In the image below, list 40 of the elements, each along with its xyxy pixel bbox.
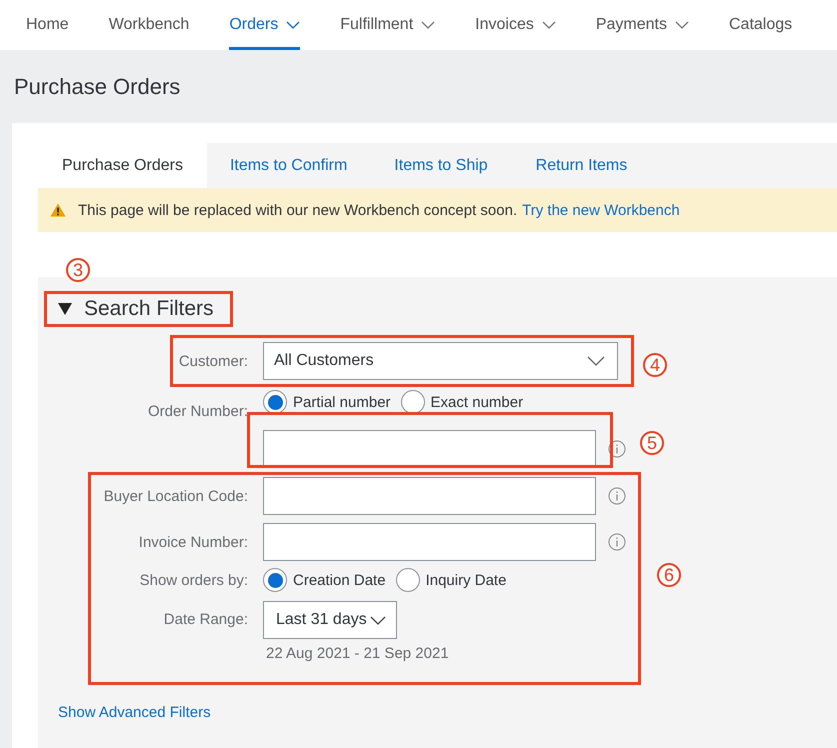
radio-button[interactable]	[263, 390, 287, 414]
radio-label: Partial number	[293, 394, 391, 410]
field-label: Date Range:	[162, 611, 248, 628]
radio-button[interactable]	[263, 568, 287, 592]
chevron-down-icon	[370, 616, 386, 624]
radio-label: Inquiry Date	[426, 572, 506, 588]
nav-item[interactable]: Payments	[596, 0, 689, 50]
page-title: Purchase Orders	[13, 72, 182, 100]
radio-button[interactable]	[400, 390, 425, 414]
warning-icon	[50, 203, 66, 217]
input-field[interactable]	[263, 430, 596, 468]
nav-item[interactable]: Home	[26, 0, 69, 50]
nav-item[interactable]: Invoices	[475, 0, 556, 50]
workbench-link[interactable]: Try the new Workbench	[522, 202, 680, 218]
nav-item[interactable]: Catalogs	[728, 0, 792, 50]
tab[interactable]: Purchase Orders	[38, 143, 207, 188]
date-range-dropdown[interactable]: Last 31 days	[263, 601, 397, 639]
radio-button[interactable]	[396, 568, 420, 592]
field-label: Customer:	[178, 352, 248, 370]
customer-dropdown[interactable]: All Customers	[263, 342, 618, 380]
tab[interactable]: Return Items	[512, 143, 652, 188]
input-field[interactable]	[263, 477, 596, 515]
input-field[interactable]	[263, 523, 596, 561]
advanced-filters-link[interactable]: Show Advanced Filters	[58, 704, 211, 721]
field-label: Show orders by:	[138, 572, 248, 588]
field-label: Invoice Number:	[138, 534, 248, 550]
tab[interactable]: Items to Ship	[370, 143, 512, 188]
field-label: Buyer Location Code:	[102, 488, 248, 504]
nav-item[interactable]: Workbench	[108, 0, 190, 50]
chevron-down-icon	[587, 356, 605, 366]
field-label: Order Number:	[146, 403, 248, 420]
nav-item[interactable]: Orders	[229, 0, 300, 50]
tab[interactable]: Items to Confirm	[206, 143, 370, 188]
radio-label: Creation Date	[293, 572, 386, 588]
triangle-down-icon	[58, 303, 72, 315]
notice-text: This page will be replaced with our new Workbench concept soon.	[78, 202, 518, 218]
search-filters-toggle[interactable]: Search Filters	[38, 291, 214, 327]
date-range-text: 22 Aug 2021 - 21 Sep 2021	[265, 645, 449, 662]
nav-item[interactable]: Fulfillment	[340, 0, 436, 50]
radio-label: Exact number	[430, 394, 524, 410]
